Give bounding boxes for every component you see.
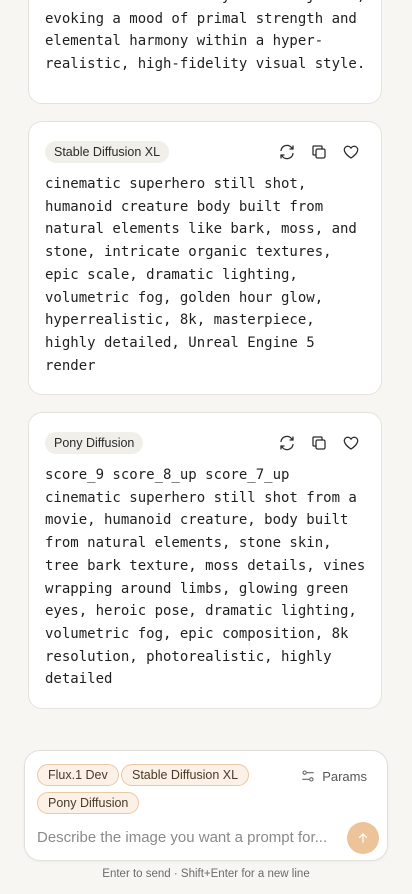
favorite-button[interactable] xyxy=(341,433,361,453)
prompt-input[interactable] xyxy=(37,826,327,848)
prompt-card-sdxl: Stable Diffusion XL cinematic superhero … xyxy=(28,121,382,395)
params-label: Params xyxy=(322,768,367,784)
copy-icon xyxy=(312,436,326,450)
prompt-card-pony: Pony Diffusion score_9 score_8_up score_… xyxy=(28,412,382,709)
model-chip-pony[interactable]: Pony Diffusion xyxy=(37,792,140,814)
regenerate-button[interactable] xyxy=(277,142,297,162)
prompt-text: score_9 score_8_up score_7_up cinematic … xyxy=(45,467,366,688)
favorite-button[interactable] xyxy=(341,142,361,162)
regenerate-button[interactable] xyxy=(277,433,297,453)
arrow-up-icon xyxy=(358,833,368,843)
model-badge: Stable Diffusion XL xyxy=(45,141,170,163)
keyboard-hint: Enter to send · Shift+Enter for a new li… xyxy=(102,868,310,880)
regenerate-icon xyxy=(280,435,294,451)
prompt-text: bark-like skin and crystalline joints, e… xyxy=(45,0,366,73)
heart-icon xyxy=(343,436,359,450)
copy-button[interactable] xyxy=(309,433,329,453)
copy-icon xyxy=(312,145,326,159)
prompt-text: cinematic superhero still shot, humanoid… xyxy=(45,176,357,374)
model-chip-flux[interactable]: Flux.1 Dev xyxy=(37,764,119,786)
copy-button[interactable] xyxy=(309,142,329,162)
prompt-composer: Flux.1 Dev Stable Diffusion XL Pony Diff… xyxy=(24,750,388,861)
send-button[interactable] xyxy=(347,822,379,854)
regenerate-icon xyxy=(280,144,294,160)
params-button[interactable]: Params xyxy=(300,768,367,784)
model-badge: Pony Diffusion xyxy=(45,432,144,454)
card-actions xyxy=(277,142,361,162)
model-chip-sdxl[interactable]: Stable Diffusion XL xyxy=(121,764,250,786)
card-actions xyxy=(277,433,361,453)
heart-icon xyxy=(343,145,359,159)
sliders-icon xyxy=(302,770,315,782)
prompt-card: bark-like skin and crystalline joints, e… xyxy=(28,0,382,104)
